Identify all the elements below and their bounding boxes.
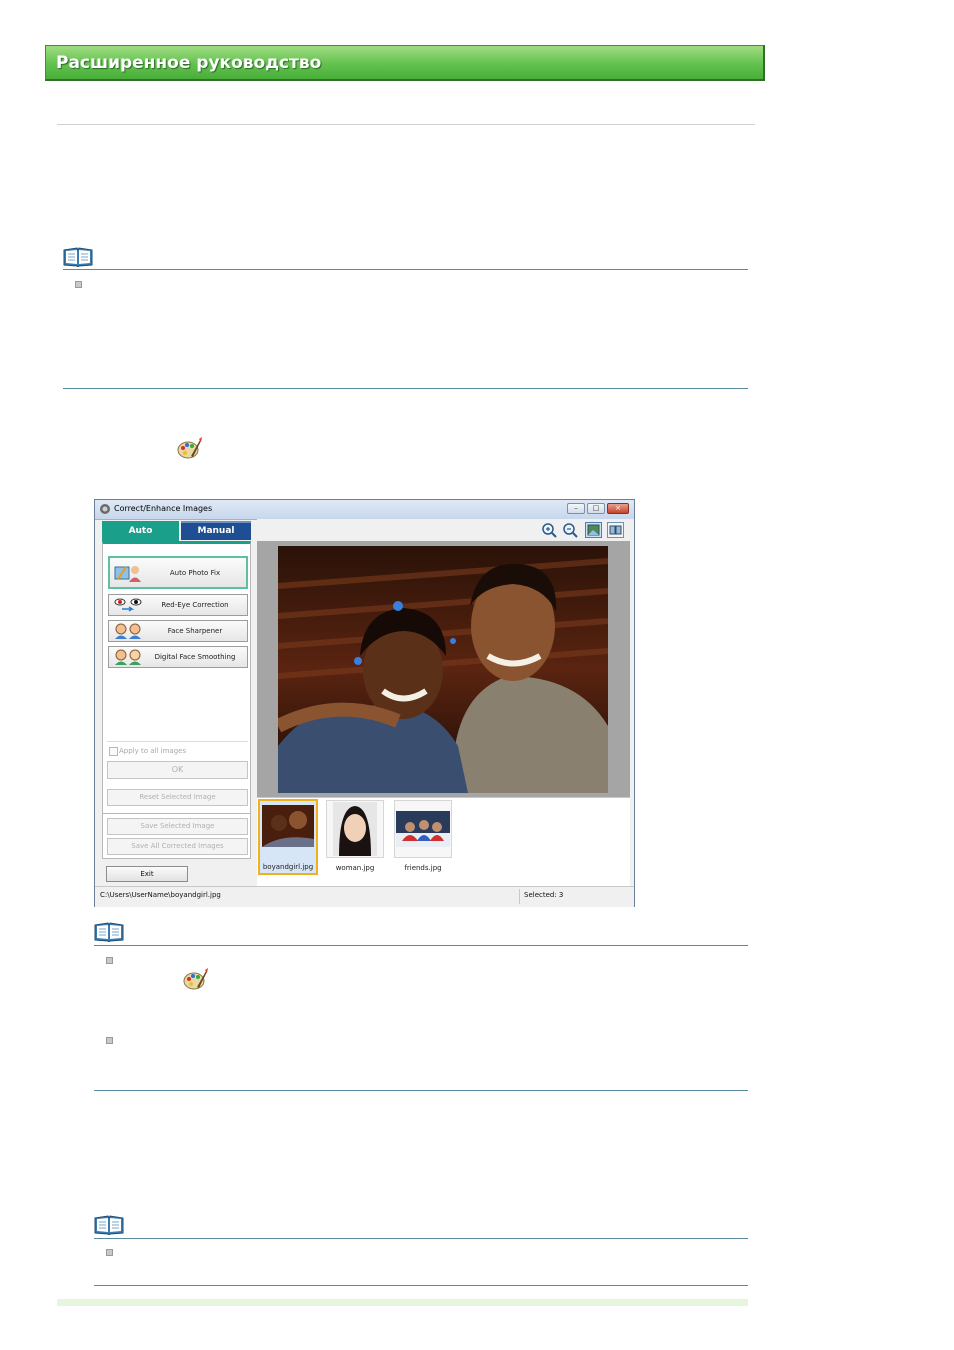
note-2-bullet-1 <box>106 957 113 964</box>
note-book-icon <box>94 922 124 942</box>
auto-panel: Auto Photo Fix Red-Eye Correction Face S… <box>102 541 251 858</box>
note-3-bottom-rule <box>94 1285 748 1286</box>
status-file-path: C:\Users\UserName\boyandgirl.jpg <box>100 891 221 899</box>
save-all-corrected-images-button[interactable]: Save All Corrected Images <box>107 838 248 855</box>
tab-auto[interactable]: Auto <box>102 521 179 541</box>
palette-icon <box>183 968 208 990</box>
note-3-bullet <box>106 1249 113 1256</box>
thumbnail-woman-image <box>333 802 377 856</box>
auto-photo-fix-icon <box>114 566 141 582</box>
apply-all-label: Apply to all images <box>119 747 187 755</box>
zoom-in-icon[interactable] <box>541 522 558 538</box>
auto-photo-fix-button[interactable]: Auto Photo Fix <box>108 556 248 589</box>
save-selected-image-button[interactable]: Save Selected Image <box>107 818 248 835</box>
red-eye-correction-button[interactable]: Red-Eye Correction <box>108 594 248 616</box>
window-titlebar[interactable]: Correct/Enhance Images – □ × <box>95 500 634 520</box>
manual-header-banner: Расширенное руководство <box>45 45 765 81</box>
face-sharpener-icon <box>115 623 141 639</box>
maximize-button[interactable]: □ <box>587 503 605 514</box>
view-toolbar <box>257 519 634 541</box>
thumbnail-friends[interactable]: friends.jpg <box>394 800 452 872</box>
window-title: Correct/Enhance Images <box>114 504 213 513</box>
auto-photo-fix-label: Auto Photo Fix <box>169 568 221 577</box>
red-eye-correction-label: Red-Eye Correction <box>161 601 229 609</box>
thumbnail-boyandgirl-image <box>262 805 314 847</box>
note-book-icon <box>94 1215 124 1235</box>
status-selected-count: Selected: 3 <box>524 891 564 899</box>
note-2-top-rule <box>94 945 748 946</box>
manual-header-title: Расширенное руководство <box>56 53 322 73</box>
save-panel: Save Selected Image Save All Corrected I… <box>102 813 251 859</box>
digital-face-smoothing-label: Digital Face Smoothing <box>154 653 236 661</box>
thumbnail-strip: boyandgirl.jpg woman.jpg friends.jpg <box>257 797 630 887</box>
zoom-out-icon[interactable] <box>562 522 579 538</box>
face-sharpener-button[interactable]: Face Sharpener <box>108 620 248 642</box>
red-eye-icon <box>114 598 142 612</box>
preview-photo <box>278 546 608 793</box>
minimize-button[interactable]: – <box>567 503 585 514</box>
thumbnail-friends-image <box>396 811 450 847</box>
thumbnail-friends-label: friends.jpg <box>404 864 442 872</box>
face-sharpener-label: Face Sharpener <box>167 627 223 635</box>
note-1-top-rule <box>63 269 748 270</box>
ok-button[interactable]: OK <box>107 761 248 779</box>
compare-view-icon[interactable] <box>607 522 624 538</box>
thumbnail-woman-label: woman.jpg <box>335 864 375 872</box>
close-button[interactable]: × <box>607 503 629 514</box>
note-2-bottom-rule <box>94 1090 748 1091</box>
panel-divider <box>107 741 248 742</box>
full-view-icon[interactable] <box>585 522 602 538</box>
exit-button[interactable]: Exit <box>106 866 188 882</box>
palette-icon <box>177 437 202 459</box>
note-1-bullet <box>75 281 82 288</box>
note-2-bullet-2 <box>106 1037 113 1044</box>
note-book-icon <box>63 247 93 267</box>
status-separator <box>519 889 520 904</box>
thumbnail-woman[interactable]: woman.jpg <box>326 800 384 872</box>
apply-all-checkbox[interactable] <box>109 747 118 756</box>
top-divider <box>57 124 755 125</box>
digital-face-smoothing-button[interactable]: Digital Face Smoothing <box>108 646 248 668</box>
note-3-top-rule <box>94 1238 748 1239</box>
tab-manual[interactable]: Manual <box>181 521 251 540</box>
thumbnail-boyandgirl-label: boyandgirl.jpg <box>262 863 314 871</box>
face-smoothing-icon <box>115 649 141 665</box>
reset-selected-image-button[interactable]: Reset Selected Image <box>107 789 248 806</box>
correct-enhance-window: Correct/Enhance Images – □ × Auto Manual… <box>94 499 635 907</box>
note-1-bottom-rule <box>63 388 748 389</box>
footer-bar <box>57 1299 748 1306</box>
status-bar: C:\Users\UserName\boyandgirl.jpg Selecte… <box>95 886 634 907</box>
thumbnail-boyandgirl[interactable]: boyandgirl.jpg <box>258 799 318 875</box>
app-icon <box>100 504 110 514</box>
